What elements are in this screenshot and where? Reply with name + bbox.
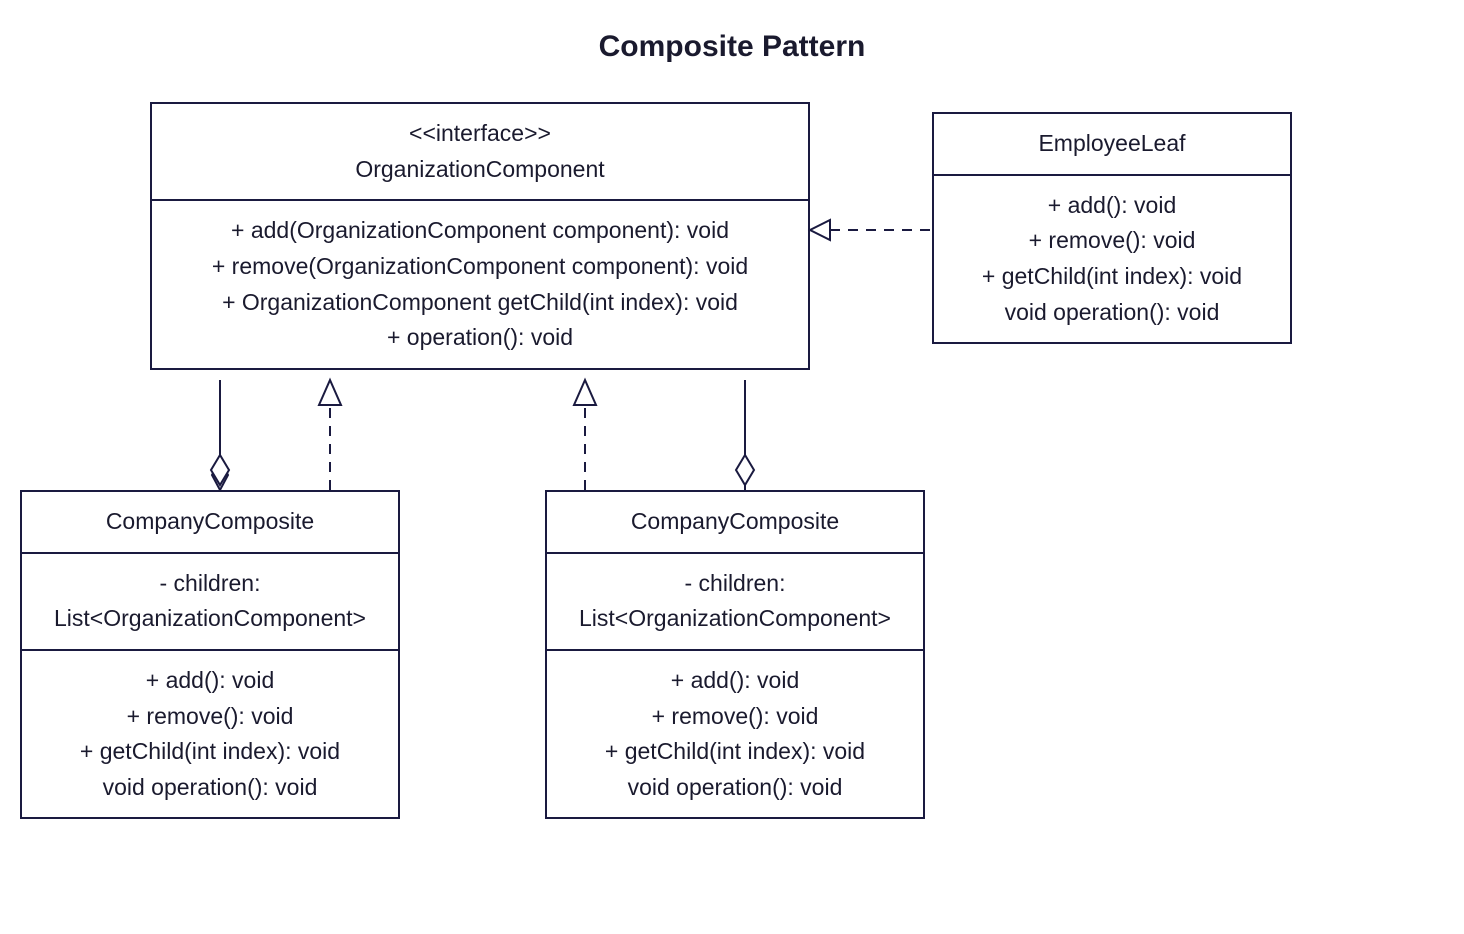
class-header: <<interface>> OrganizationComponent	[152, 104, 808, 201]
method: + add(): void	[950, 188, 1274, 224]
method: + remove(OrganizationComponent component…	[168, 249, 792, 285]
method: void operation(): void	[563, 770, 907, 806]
method: + remove(): void	[563, 699, 907, 735]
class-company-composite-1: CompanyComposite - children: List<Organi…	[20, 490, 400, 819]
class-name: CompanyComposite	[631, 508, 839, 534]
aggregation-diamond-1	[212, 460, 228, 490]
attribute: List<OrganizationComponent>	[38, 601, 382, 637]
class-methods: + add(): void + remove(): void + getChil…	[22, 651, 398, 818]
realization-arrow-leaf	[810, 220, 830, 240]
class-employee-leaf: EmployeeLeaf + add(): void + remove(): v…	[932, 112, 1292, 344]
method: + add(OrganizationComponent component): …	[168, 213, 792, 249]
diagram-title: Composite Pattern	[0, 30, 1464, 64]
attribute: List<OrganizationComponent>	[563, 601, 907, 637]
method: + getChild(int index): void	[563, 734, 907, 770]
class-methods: + add(): void + remove(): void + getChil…	[934, 176, 1290, 343]
class-company-composite-2: CompanyComposite - children: List<Organi…	[545, 490, 925, 819]
class-methods: + add(OrganizationComponent component): …	[152, 201, 808, 368]
attribute: - children:	[563, 566, 907, 602]
realization-arrow-cc2	[574, 380, 596, 405]
class-header: CompanyComposite	[22, 492, 398, 554]
method: void operation(): void	[950, 295, 1274, 331]
attribute: - children:	[38, 566, 382, 602]
class-attributes: - children: List<OrganizationComponent>	[22, 554, 398, 651]
realization-arrow-cc1	[319, 380, 341, 405]
class-organization-component: <<interface>> OrganizationComponent + ad…	[150, 102, 810, 370]
class-attributes: - children: List<OrganizationComponent>	[547, 554, 923, 651]
method: + remove(): void	[950, 223, 1274, 259]
class-header: CompanyComposite	[547, 492, 923, 554]
class-header: EmployeeLeaf	[934, 114, 1290, 176]
aggregation-diamond-1b	[211, 455, 229, 485]
method: void operation(): void	[38, 770, 382, 806]
class-name: EmployeeLeaf	[1038, 130, 1185, 156]
class-name: OrganizationComponent	[355, 156, 604, 182]
method: + add(): void	[38, 663, 382, 699]
method: + operation(): void	[168, 320, 792, 356]
method: + getChild(int index): void	[950, 259, 1274, 295]
method: + remove(): void	[38, 699, 382, 735]
method: + add(): void	[563, 663, 907, 699]
method: + getChild(int index): void	[38, 734, 382, 770]
class-name: CompanyComposite	[106, 508, 314, 534]
method: + OrganizationComponent getChild(int ind…	[168, 285, 792, 321]
stereotype-label: <<interface>>	[168, 116, 792, 152]
aggregation-diamond-2	[736, 455, 754, 485]
class-methods: + add(): void + remove(): void + getChil…	[547, 651, 923, 818]
